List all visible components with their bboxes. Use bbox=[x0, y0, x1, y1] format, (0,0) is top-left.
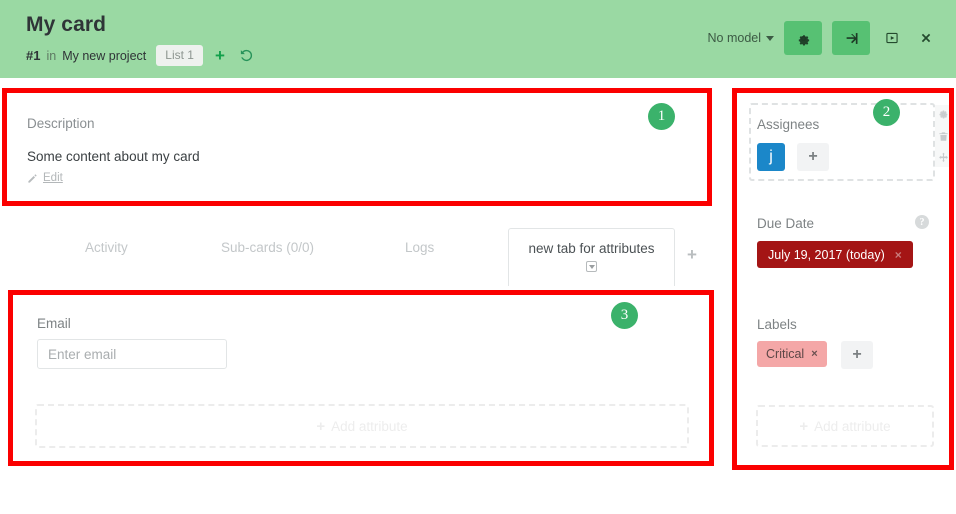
move-icon[interactable] bbox=[938, 152, 949, 163]
add-attribute-plus-icon: + bbox=[799, 417, 809, 435]
due-date-value: July 19, 2017 (today) bbox=[768, 247, 885, 262]
label-tag-text: Critical bbox=[766, 347, 805, 361]
tab-activity[interactable]: Activity bbox=[85, 240, 128, 255]
breadcrumb: #1 in My new project List 1 + bbox=[26, 45, 254, 66]
play-box-icon bbox=[885, 31, 899, 45]
gear-icon bbox=[796, 31, 811, 46]
card-number: #1 bbox=[26, 48, 41, 63]
email-field[interactable] bbox=[37, 339, 227, 369]
pencil-icon bbox=[27, 173, 38, 184]
add-icon[interactable]: + bbox=[215, 47, 225, 64]
attributes-panel: Email + Add attribute bbox=[14, 296, 708, 460]
tab-active-label: new tab for attributes bbox=[528, 241, 655, 256]
model-selector[interactable]: No model bbox=[707, 31, 774, 45]
description-panel: Description Some content about my card E… bbox=[7, 93, 707, 201]
annotation-badge-3: 3 bbox=[611, 302, 638, 329]
tab-sub-cards[interactable]: Sub-cards (0/0) bbox=[221, 240, 314, 255]
header-actions: No model bbox=[708, 21, 939, 55]
page-title: My card bbox=[26, 13, 107, 36]
tab-new-tab-for-attributes[interactable]: new tab for attributes bbox=[508, 228, 675, 286]
avatar[interactable]: j bbox=[757, 143, 785, 171]
remove-due-date-icon[interactable]: × bbox=[895, 248, 902, 262]
due-date-badge[interactable]: July 19, 2017 (today) × bbox=[757, 241, 913, 268]
model-selector-label: No model bbox=[707, 31, 762, 45]
description-edit-label: Edit bbox=[43, 172, 63, 184]
attribute-hover-toolbar bbox=[935, 105, 951, 167]
annotation-badge-2: 2 bbox=[873, 99, 900, 126]
description-label: Description bbox=[27, 116, 95, 131]
add-attribute-button-main[interactable]: + Add attribute bbox=[35, 404, 689, 448]
labels-label: Labels bbox=[757, 317, 797, 332]
label-tag-critical[interactable]: Critical × bbox=[757, 341, 827, 367]
card-header: My card #1 in My new project List 1 + No… bbox=[0, 0, 956, 78]
add-attribute-button-sidebar[interactable]: + Add attribute bbox=[756, 405, 934, 447]
history-icon[interactable] bbox=[239, 48, 254, 63]
chevron-down-icon bbox=[766, 35, 774, 41]
caret-down-box-icon[interactable] bbox=[586, 261, 597, 272]
settings-button[interactable] bbox=[784, 21, 822, 55]
description-edit-link[interactable]: Edit bbox=[27, 172, 63, 184]
add-label-button[interactable]: + bbox=[841, 341, 873, 369]
annotation-badge-1: 1 bbox=[648, 103, 675, 130]
close-icon bbox=[919, 31, 933, 45]
sign-in-button[interactable] bbox=[832, 21, 870, 55]
add-attribute-label: Add attribute bbox=[814, 418, 891, 434]
sign-in-icon bbox=[844, 31, 859, 46]
add-attribute-label: Add attribute bbox=[331, 418, 408, 434]
help-icon[interactable]: ? bbox=[915, 215, 929, 229]
tab-bar: Activity Sub-cards (0/0) Logs new tab fo… bbox=[8, 228, 708, 288]
add-assignee-button[interactable]: + bbox=[797, 143, 829, 171]
card-sidebar: Assignees j + Due Date ? July 19, 2017 (… bbox=[737, 93, 951, 465]
list-chip[interactable]: List 1 bbox=[156, 45, 203, 66]
close-button[interactable] bbox=[914, 24, 938, 52]
assignees-label: Assignees bbox=[757, 117, 820, 132]
add-tab-button[interactable]: + bbox=[687, 246, 697, 263]
email-label: Email bbox=[37, 316, 71, 331]
add-attribute-plus-icon: + bbox=[316, 417, 326, 435]
remove-label-icon[interactable]: × bbox=[811, 348, 817, 360]
card-detail-page: My card #1 in My new project List 1 + No… bbox=[0, 0, 956, 514]
tab-logs[interactable]: Logs bbox=[405, 240, 434, 255]
due-date-label: Due Date bbox=[757, 216, 815, 231]
gear-icon[interactable] bbox=[938, 109, 949, 120]
trash-icon[interactable] bbox=[938, 131, 949, 142]
breadcrumb-project-link[interactable]: My new project bbox=[62, 49, 146, 63]
open-in-panel-button[interactable] bbox=[880, 24, 904, 52]
breadcrumb-in-word: in bbox=[46, 48, 57, 63]
description-text: Some content about my card bbox=[27, 149, 200, 164]
